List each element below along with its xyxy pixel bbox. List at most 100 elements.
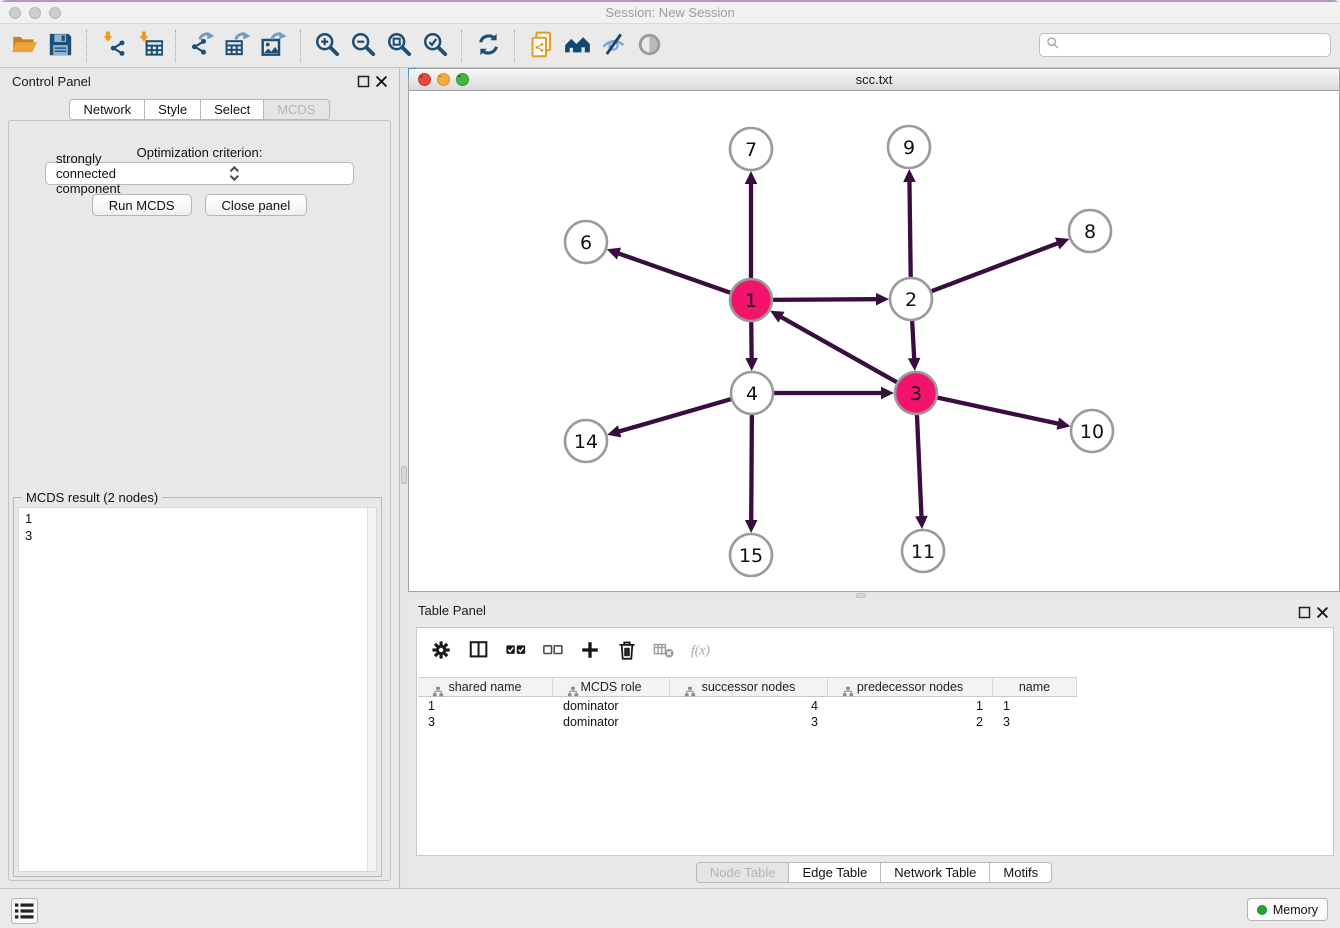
mcds-result-textarea[interactable]: 1 3 bbox=[18, 507, 377, 872]
new-network-from-selection-button[interactable] bbox=[523, 28, 559, 64]
hide-selected-button[interactable] bbox=[595, 28, 631, 64]
window-title: Session: New Session bbox=[0, 5, 1340, 20]
graph-node-15[interactable]: 15 bbox=[730, 534, 772, 576]
graph-edge-2-3[interactable] bbox=[908, 318, 921, 371]
table-cell[interactable]: 4 bbox=[670, 698, 828, 714]
import-network-button[interactable] bbox=[95, 28, 131, 64]
tab-edge-table[interactable]: Edge Table bbox=[789, 862, 881, 883]
column-header-successor-nodes[interactable]: successor nodes bbox=[670, 678, 828, 696]
graph-edge-2-8[interactable] bbox=[929, 238, 1070, 293]
graph-node-10[interactable]: 10 bbox=[1071, 410, 1113, 452]
splitter-grip[interactable] bbox=[401, 466, 407, 484]
table-settings-button[interactable] bbox=[427, 636, 457, 666]
table-cell[interactable]: dominator bbox=[553, 698, 670, 714]
graph-edge-4-15[interactable] bbox=[745, 412, 758, 533]
control-panel-header: Control Panel bbox=[0, 68, 399, 96]
table-cell[interactable]: 1 bbox=[418, 698, 553, 714]
graph-node-3[interactable]: 3 bbox=[895, 372, 937, 414]
graph-edge-3-11[interactable] bbox=[915, 412, 928, 529]
table-cell[interactable]: dominator bbox=[553, 714, 670, 730]
splitter-grip[interactable] bbox=[856, 593, 866, 598]
search-input[interactable] bbox=[1061, 35, 1330, 55]
graph-edge-3-1[interactable] bbox=[770, 311, 899, 384]
graph-edge-3-10[interactable] bbox=[935, 397, 1071, 430]
column-header-predecessor-nodes[interactable]: predecessor nodes bbox=[828, 678, 993, 696]
toolbar-separator bbox=[86, 30, 87, 62]
export-table-button[interactable] bbox=[220, 28, 256, 64]
show-all-button[interactable] bbox=[631, 28, 667, 64]
open-session-button[interactable] bbox=[6, 28, 42, 64]
table-cell[interactable]: 3 bbox=[993, 714, 1077, 730]
graph-node-1[interactable]: 1 bbox=[730, 279, 772, 321]
apply-layout-button[interactable] bbox=[470, 28, 506, 64]
vertical-splitter[interactable] bbox=[400, 68, 408, 592]
zoom-fit-button[interactable] bbox=[381, 28, 417, 64]
column-header-name[interactable]: name bbox=[993, 678, 1077, 696]
mcds-result-groupbox: MCDS result (2 nodes) 1 3 bbox=[13, 497, 382, 877]
export-network-button[interactable] bbox=[184, 28, 220, 64]
table-cell[interactable]: 1 bbox=[828, 698, 993, 714]
zoom-selected-button[interactable] bbox=[417, 28, 453, 64]
neighborhood-button[interactable] bbox=[559, 28, 595, 64]
graph-node-9[interactable]: 9 bbox=[888, 126, 930, 168]
run-mcds-button[interactable]: Run MCDS bbox=[92, 194, 192, 216]
column-header-MCDS-role[interactable]: MCDS role bbox=[553, 678, 670, 696]
graph-node-6[interactable]: 6 bbox=[565, 221, 607, 263]
control-panel-float-button[interactable] bbox=[356, 74, 371, 89]
network-canvas[interactable]: 7 9 6 8 1 2 4 3 14 10 15 11 bbox=[409, 91, 1339, 591]
eye-icon bbox=[636, 31, 663, 61]
column-label: MCDS role bbox=[580, 680, 641, 694]
memory-button[interactable]: Memory bbox=[1247, 898, 1328, 921]
task-history-button[interactable] bbox=[11, 898, 38, 924]
close-panel-button[interactable]: Close panel bbox=[205, 194, 308, 216]
graph-edge-4-3[interactable] bbox=[771, 387, 894, 400]
graph-node-14[interactable]: 14 bbox=[565, 420, 607, 462]
graph-node-4[interactable]: 4 bbox=[731, 372, 773, 414]
tab-network-table[interactable]: Network Table bbox=[881, 862, 990, 883]
graph-edge-4-14[interactable] bbox=[607, 398, 734, 437]
horizontal-splitter[interactable] bbox=[408, 592, 1340, 599]
table-row[interactable]: 1dominator411 bbox=[418, 698, 1332, 714]
export-image-button[interactable] bbox=[256, 28, 292, 64]
unselect-all-columns-button[interactable] bbox=[538, 636, 568, 666]
graph-node-2[interactable]: 2 bbox=[890, 278, 932, 320]
save-session-button[interactable] bbox=[42, 28, 78, 64]
zoom-out-button[interactable] bbox=[345, 28, 381, 64]
tab-style[interactable]: Style bbox=[145, 99, 201, 120]
graph-node-7[interactable]: 7 bbox=[730, 128, 772, 170]
graph-edge-2-9[interactable] bbox=[903, 169, 916, 280]
graph-edge-1-2[interactable] bbox=[770, 293, 889, 306]
graph-edge-1-7[interactable] bbox=[745, 171, 758, 281]
delete-columns-button[interactable] bbox=[612, 636, 642, 666]
table-panel-title: Table Panel bbox=[418, 603, 486, 618]
graph-edge-1-6[interactable] bbox=[607, 248, 733, 294]
optimization-criterion-select[interactable]: strongly connected component bbox=[45, 162, 354, 185]
graph-edge-1-4[interactable] bbox=[745, 319, 758, 371]
tab-node-table[interactable]: Node Table bbox=[696, 862, 790, 883]
tab-motifs[interactable]: Motifs bbox=[990, 862, 1052, 883]
tab-select[interactable]: Select bbox=[201, 99, 264, 120]
table-panel-float-button[interactable] bbox=[1297, 605, 1312, 620]
float-icon bbox=[1297, 605, 1312, 620]
select-all-columns-button[interactable] bbox=[501, 636, 531, 666]
zoom-in-button[interactable] bbox=[309, 28, 345, 64]
tab-network[interactable]: Network bbox=[69, 99, 145, 120]
toggle-panel-split-button[interactable] bbox=[464, 636, 494, 666]
network-graph: 7 9 6 8 1 2 4 3 14 10 15 11 bbox=[409, 91, 1339, 591]
table-row[interactable]: 3dominator323 bbox=[418, 714, 1332, 730]
tab-mcds[interactable]: MCDS bbox=[264, 99, 329, 120]
control-panel-close-button[interactable] bbox=[374, 74, 389, 89]
table-panel-close-button[interactable] bbox=[1315, 605, 1330, 620]
create-column-button[interactable] bbox=[575, 636, 605, 666]
table-panel-tabs: Node TableEdge TableNetwork TableMotifs bbox=[408, 862, 1340, 883]
search-box[interactable] bbox=[1039, 33, 1331, 57]
column-header-shared-name[interactable]: shared name bbox=[418, 678, 553, 696]
graph-node-11[interactable]: 11 bbox=[902, 530, 944, 572]
import-table-button[interactable] bbox=[131, 28, 167, 64]
graph-node-8[interactable]: 8 bbox=[1069, 210, 1111, 252]
table-cell[interactable]: 2 bbox=[828, 714, 993, 730]
table-cell[interactable]: 1 bbox=[993, 698, 1077, 714]
table-cell[interactable]: 3 bbox=[418, 714, 553, 730]
result-scrollbar[interactable] bbox=[367, 508, 376, 871]
table-cell[interactable]: 3 bbox=[670, 714, 828, 730]
